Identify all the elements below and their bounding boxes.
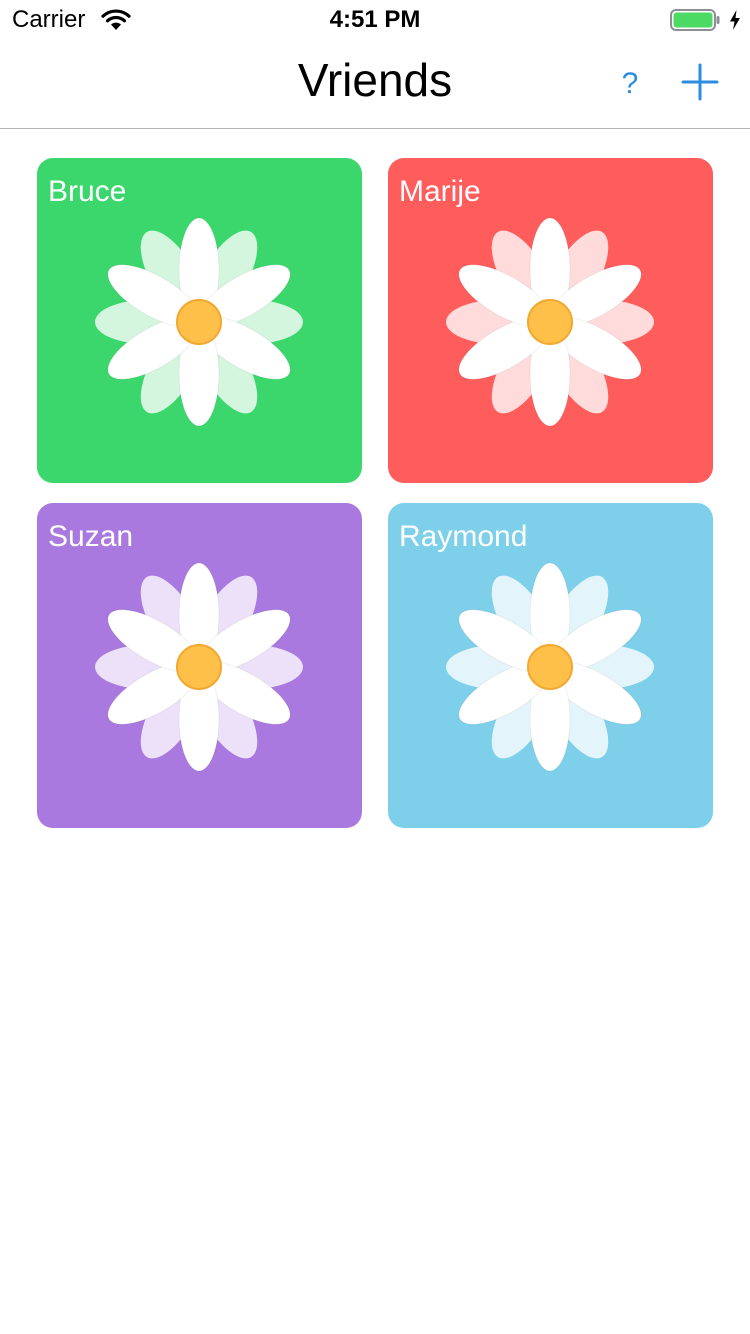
daisy-icon	[95, 217, 303, 427]
friend-name: Marije	[399, 175, 481, 208]
friend-name: Suzan	[48, 520, 134, 553]
friend-card-bruce[interactable]: Bruce	[37, 158, 362, 483]
battery-icon	[670, 9, 720, 31]
friend-card-suzan[interactable]: Suzan	[37, 503, 362, 828]
daisy-icon	[95, 562, 303, 772]
status-time: 4:51 PM	[329, 6, 421, 33]
help-button[interactable]: ?	[612, 64, 648, 104]
navigation-bar: Vriends ?	[0, 40, 750, 129]
friend-card-raymond[interactable]: Raymond	[388, 503, 713, 828]
friend-name: Bruce	[48, 175, 127, 208]
daisy-icon	[446, 217, 654, 427]
add-friend-button[interactable]	[680, 62, 720, 102]
plus-icon	[681, 63, 719, 101]
friend-name: Raymond	[399, 520, 528, 553]
daisy-icon	[446, 562, 654, 772]
status-bar: Carrier 4:51 PM	[0, 0, 750, 40]
charging-bolt-icon	[730, 10, 740, 30]
friend-card-marije[interactable]: Marije	[388, 158, 713, 483]
